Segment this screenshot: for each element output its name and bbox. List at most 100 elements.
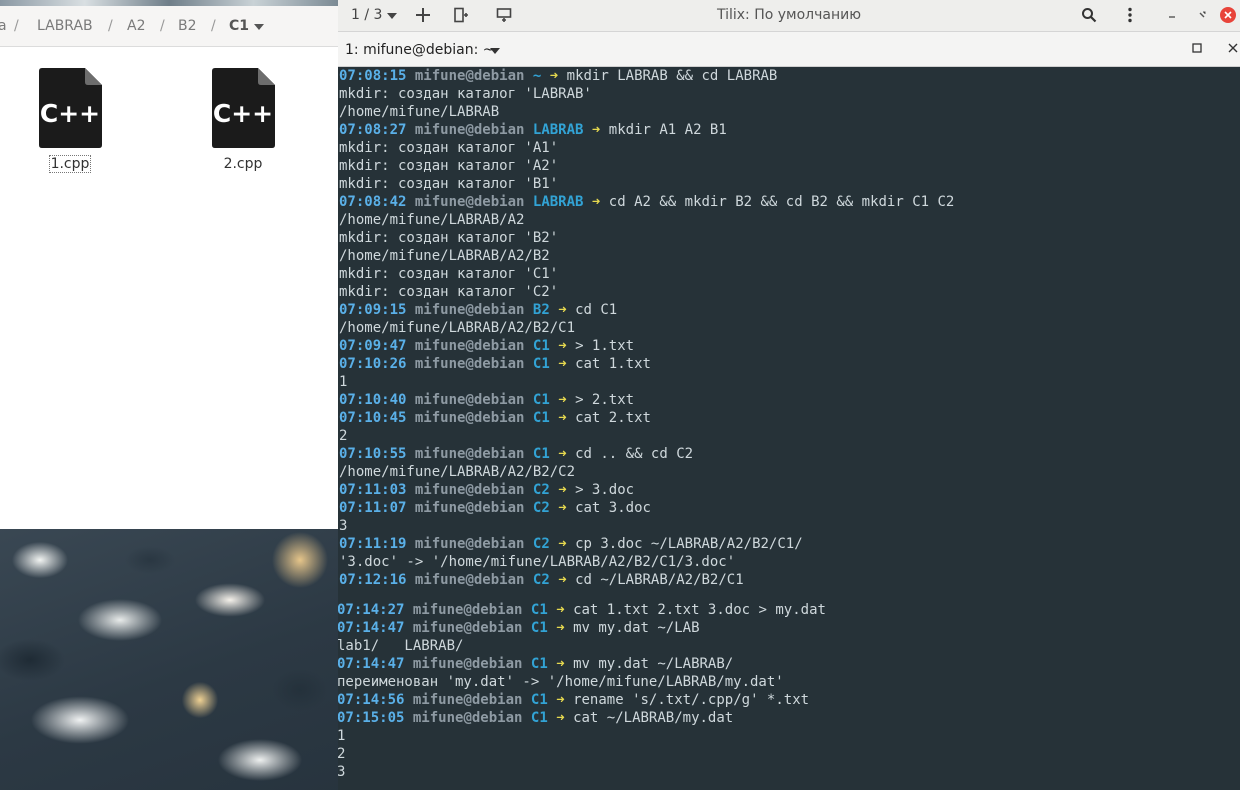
add-terminal-icon[interactable]	[411, 4, 435, 26]
prompt-arrow-icon: ➜	[558, 356, 567, 372]
maximize-terminal-icon[interactable]	[1188, 41, 1206, 59]
terminal-prompt-line: 07:12:16 mifune@debian C2 ➜ cd ~/LABRAB/…	[339, 571, 744, 589]
output-text: /home/mifune/LABRAB/A2/B2	[339, 248, 550, 264]
chevron-down-icon[interactable]	[254, 24, 264, 30]
output-text: mkdir: создан каталог 'B1'	[339, 176, 559, 192]
breadcrumb-item-b2[interactable]: B2	[178, 18, 197, 34]
output-text: mkdir: создан каталог 'C1'	[339, 266, 559, 282]
minimize-icon[interactable]	[1160, 4, 1184, 26]
prompt-user: mifune@debian	[412, 710, 523, 726]
prompt-time: 07:08:27	[339, 122, 407, 138]
session-switcher[interactable]: 1 / 3	[351, 7, 382, 23]
command-text: cat 1.txt 2.txt 3.doc > my.dat	[573, 602, 826, 618]
terminal-output-line: lab1/ LABRAB/	[338, 637, 463, 655]
chevron-down-icon[interactable]	[490, 48, 500, 54]
prompt-arrow-icon: ➜	[558, 392, 567, 408]
prompt-arrow-icon: ➜	[558, 500, 567, 516]
terminal-output-line: mkdir: создан каталог 'A1'	[339, 139, 558, 157]
prompt-time: 07:11:19	[339, 536, 407, 552]
prompt-time: 07:10:45	[339, 410, 407, 426]
terminal-prompt-line: 07:09:47 mifune@debian C1 ➜ > 1.txt	[339, 337, 634, 355]
command-text: cat ~/LABRAB/my.dat	[573, 710, 734, 726]
terminal-output-line: mkdir: создан каталог 'C1'	[339, 265, 558, 283]
breadcrumb-item-c1[interactable]: C1	[229, 18, 249, 34]
breadcrumb-separator: /	[108, 18, 113, 34]
prompt-arrow-icon: ➜	[556, 692, 565, 708]
prompt-dir: C1	[532, 392, 550, 408]
output-text: 1	[338, 728, 346, 744]
close-terminal-icon[interactable]	[1224, 41, 1240, 59]
prompt-user: mifune@debian	[414, 446, 525, 462]
file-manager-window: a / LABRAB / A2 / B2 / C1 C++ 1.cpp C++ …	[0, 6, 338, 529]
prompt-time: 07:10:55	[339, 446, 407, 462]
command-text: > 2.txt	[575, 392, 635, 408]
prompt-user: mifune@debian	[414, 572, 525, 588]
chevron-down-icon[interactable]	[387, 13, 397, 19]
menu-kebab-icon[interactable]	[1118, 4, 1142, 26]
breadcrumb-item-parent[interactable]: a	[0, 18, 7, 34]
command-text: mkdir A1 A2 B1	[608, 122, 727, 138]
output-text: 2	[339, 428, 348, 444]
terminal-output-line: 1	[338, 727, 345, 745]
prompt-user: mifune@debian	[414, 392, 525, 408]
prompt-user: mifune@debian	[414, 410, 525, 426]
prompt-dir: C2	[532, 536, 550, 552]
terminal-prompt-line: 07:10:55 mifune@debian C1 ➜ cd .. && cd …	[339, 445, 693, 463]
terminal-output-line: mkdir: создан каталог 'A2'	[339, 157, 558, 175]
prompt-user: mifune@debian	[414, 122, 525, 138]
prompt-time: 07:14:27	[338, 602, 405, 618]
file-item-1cpp[interactable]: C++ 1.cpp	[20, 68, 120, 173]
terminal-prompt-line: 07:15:05 mifune@debian C1 ➜ cat ~/LABRAB…	[338, 709, 733, 727]
prompt-dir: B2	[532, 302, 550, 318]
prompt-user: mifune@debian	[414, 338, 525, 354]
prompt-arrow-icon: ➜	[558, 446, 567, 462]
prompt-arrow-icon: ➜	[556, 602, 565, 618]
prompt-user: mifune@debian	[414, 302, 525, 318]
prompt-time: 07:09:15	[339, 302, 407, 318]
output-text: mkdir: создан каталог 'A1'	[339, 140, 559, 156]
prompt-time: 07:15:05	[338, 710, 405, 726]
terminal-prompt-line: 07:10:26 mifune@debian C1 ➜ cat 1.txt	[339, 355, 651, 373]
prompt-time: 07:08:42	[339, 194, 407, 210]
prompt-dir: C2	[532, 482, 550, 498]
prompt-time: 07:09:47	[339, 338, 407, 354]
breadcrumb-item-labrab[interactable]: LABRAB	[37, 18, 93, 34]
prompt-dir: LABRAB	[532, 194, 584, 210]
svg-text:C++: C++	[39, 99, 99, 128]
terminal-window: Tilix: По умолчанию 1 / 3 1: mifune@debi…	[338, 0, 1240, 790]
terminal-titlebar: 1: mifune@debian: ~	[338, 32, 1240, 67]
terminal-prompt-line: 07:14:47 mifune@debian C1 ➜ mv my.dat ~/…	[338, 655, 733, 673]
command-text: mv my.dat ~/LAB	[573, 620, 700, 636]
prompt-dir: C1	[530, 710, 548, 726]
prompt-arrow-icon: ➜	[558, 572, 567, 588]
prompt-arrow-icon: ➜	[591, 194, 601, 210]
search-icon[interactable]	[1077, 4, 1101, 26]
prompt-dir: C2	[532, 572, 550, 588]
terminal-output-line: переименован 'my.dat' -> '/home/mifune/L…	[338, 673, 784, 691]
prompt-user: mifune@debian	[414, 500, 525, 516]
terminal-prompt-line: 07:10:40 mifune@debian C1 ➜ > 2.txt	[339, 391, 634, 409]
prompt-dir: C1	[532, 446, 550, 462]
close-icon[interactable]	[1219, 4, 1237, 26]
file-item-2cpp[interactable]: C++ 2.cpp	[193, 68, 293, 172]
prompt-dir: C1	[530, 692, 548, 708]
prompt-arrow-icon: ➜	[591, 122, 601, 138]
prompt-time: 07:11:03	[339, 482, 407, 498]
output-text: /home/mifune/LABRAB/A2/B2/C1	[339, 320, 576, 336]
command-text: cat 3.doc	[575, 500, 651, 516]
terminal-output-line: mkdir: создан каталог 'C2'	[339, 283, 558, 301]
breadcrumb-item-a2[interactable]: A2	[127, 18, 145, 34]
terminal-title[interactable]: 1: mifune@debian: ~	[345, 42, 495, 58]
terminal-output-line: /home/mifune/LABRAB/A2/B2/C1	[339, 319, 575, 337]
output-text: mkdir: создан каталог 'B2'	[339, 230, 559, 246]
split-down-icon[interactable]	[492, 4, 516, 26]
output-text: /home/mifune/LABRAB	[339, 104, 500, 120]
terminal-output[interactable]: 07:08:15 mifune@debian ~ ➜ mkdir LABRAB …	[338, 66, 1240, 790]
prompt-arrow-icon: ➜	[558, 302, 567, 318]
split-right-icon[interactable]	[449, 4, 473, 26]
prompt-dir: C1	[530, 656, 548, 672]
prompt-user: mifune@debian	[414, 194, 525, 210]
restore-icon[interactable]	[1190, 4, 1214, 26]
prompt-time: 07:12:16	[339, 572, 407, 588]
prompt-time: 07:08:15	[339, 68, 407, 84]
